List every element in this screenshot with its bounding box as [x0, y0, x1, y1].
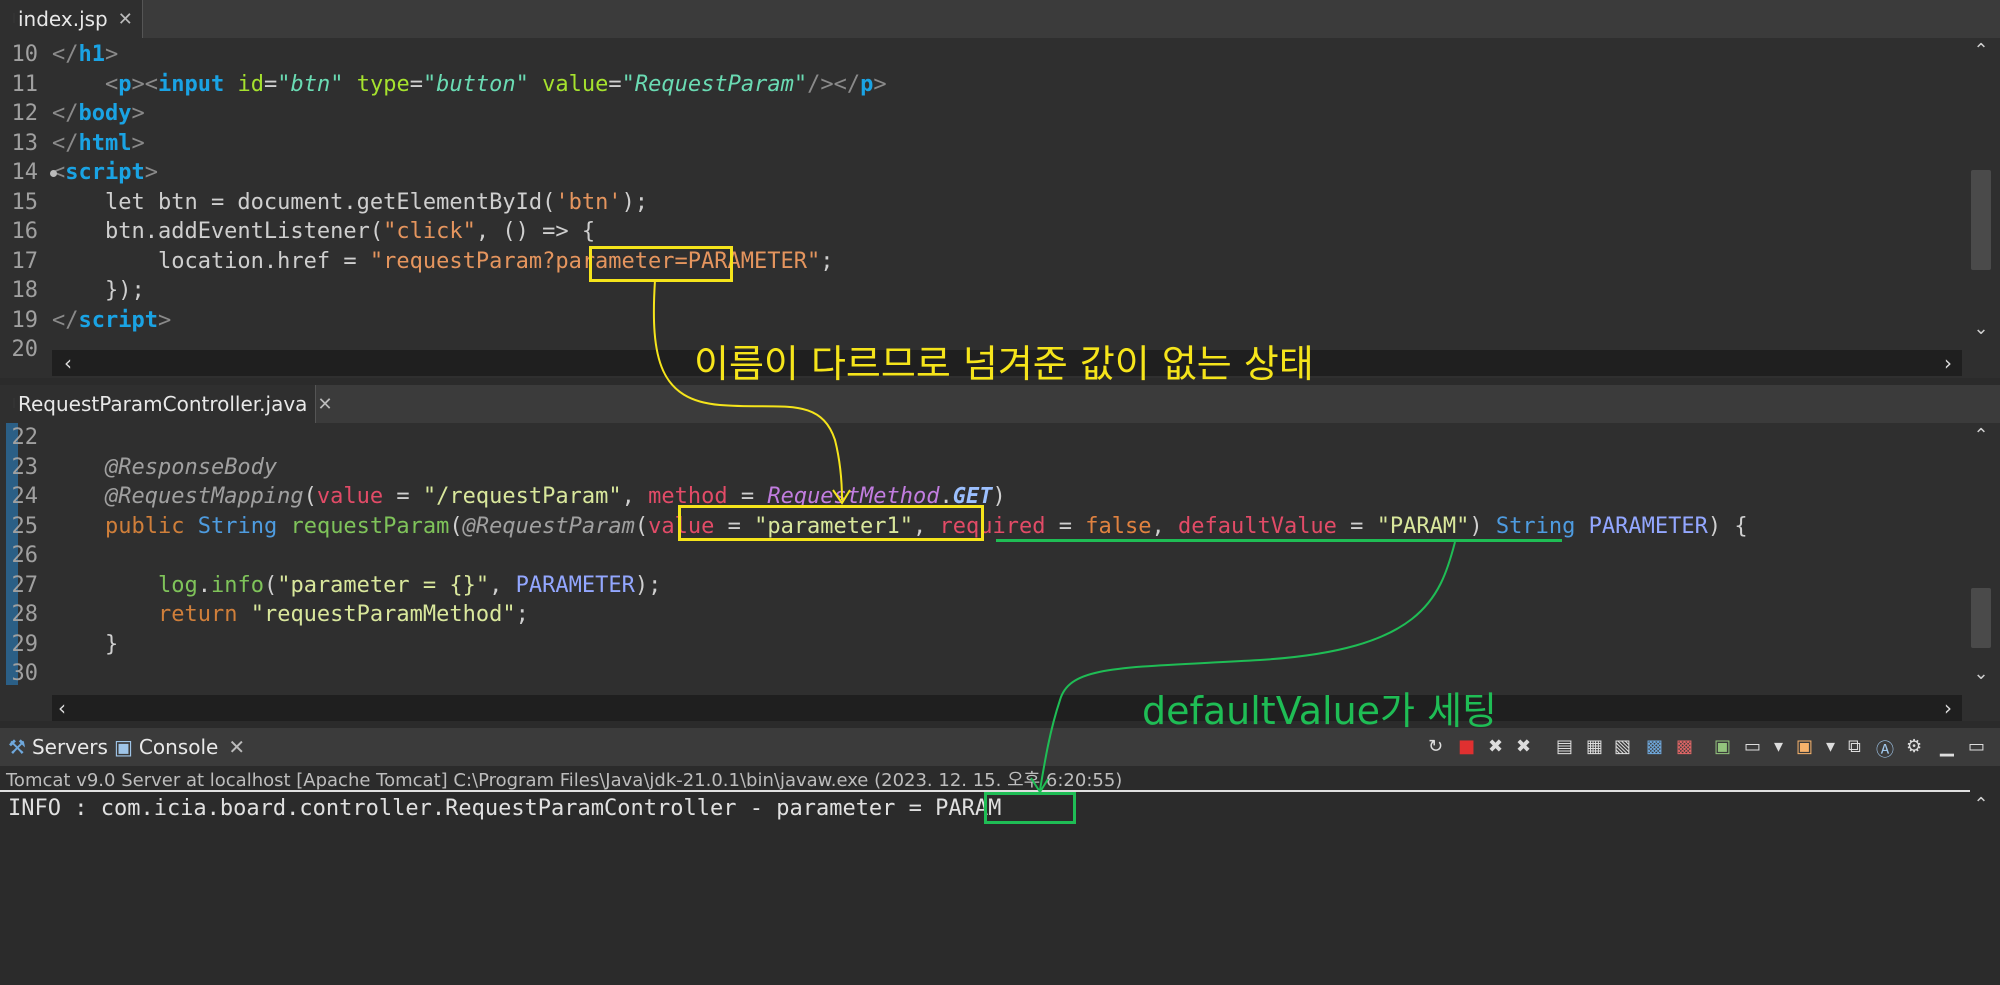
yellow-annotation: 이름이 다르므로 넘겨준 값이 없는 상태 [694, 342, 1314, 386]
green-arrow-head [1030, 777, 1049, 794]
yellow-arrow [652, 279, 843, 501]
annotation-arrows [652, 279, 1456, 794]
green-annotation: defaultValue가 세팅 [1142, 689, 1498, 733]
green-arrow [1039, 541, 1456, 791]
